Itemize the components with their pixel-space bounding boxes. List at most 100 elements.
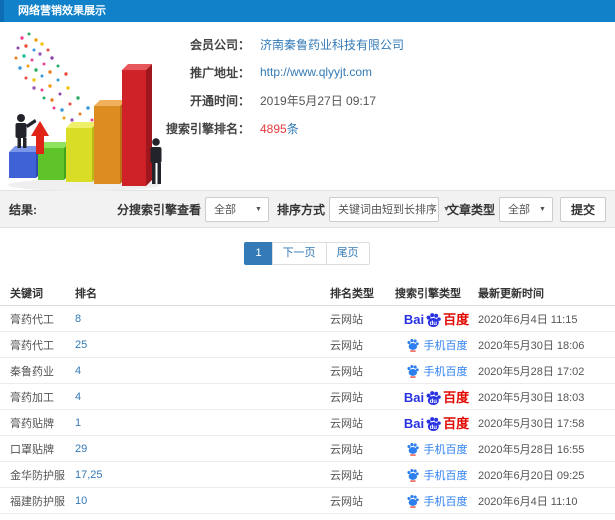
open-time-value: 2019年5月27日 09:17: [260, 93, 377, 108]
growth-chart-image: [8, 32, 162, 191]
header-rank-type: 排名类型: [330, 288, 374, 300]
account-info: 会员公司： 济南秦鲁药业科技有限公司 推广地址： http://www.qlyy…: [162, 22, 615, 190]
baidu-logo: Bai du 百度: [404, 389, 469, 405]
keyword-cell: 口罩贴牌: [10, 443, 54, 456]
rank-type-cell: 云网站: [330, 417, 363, 430]
article-type-selected: 全部: [507, 204, 530, 216]
engine-cell: Bai du 百度: [395, 311, 478, 327]
summary-section: 会员公司： 济南秦鲁药业科技有限公司 推广地址： http://www.qlyy…: [0, 22, 615, 191]
mobile-baidu-logo: 手机百度: [406, 337, 468, 353]
rank-link[interactable]: 17,25: [75, 469, 103, 481]
engine-cell: 手机百度: [395, 493, 478, 509]
header-engine-type: 搜索引擎类型: [395, 288, 461, 300]
date-cell: 2020年6月4日 11:15: [478, 313, 578, 326]
rank-link[interactable]: 29: [75, 443, 87, 455]
results-label: 结果:: [9, 202, 37, 217]
date-cell: 2020年6月4日 11:10: [478, 495, 578, 508]
header-rank: 排名: [75, 288, 97, 300]
table-header-row: 关键词 排名 排名类型 搜索引擎类型 最新更新时间: [0, 281, 615, 306]
bar-orange: [94, 100, 126, 184]
table-row: 膏药加工 4 云网站 Bai du 百度 2020年5月30日 18:03: [0, 384, 615, 410]
engine-view-selected: 全部: [213, 204, 236, 216]
table-row: 福建防护服 10 云网站 手机百度 2020年6月4日 11:10: [0, 488, 615, 514]
bar-red: [122, 64, 152, 186]
chevron-down-icon: ▼: [255, 205, 262, 213]
bar-yellow: [66, 122, 98, 182]
engine-cell: 手机百度: [395, 363, 478, 379]
date-cell: 2020年5月30日 17:58: [478, 417, 585, 430]
keyword-cell: 福建防护服: [10, 495, 65, 508]
svg-text:du: du: [430, 397, 438, 404]
results-table-body: 膏药代工 8 云网站 Bai du 百度 2020年6月4日 11:15 膏药代…: [0, 306, 615, 520]
rank-type-cell: 云网站: [330, 365, 363, 378]
table-row: 膏药贴牌 1 云网站 Bai du 百度 2020年5月30日 17:58: [0, 410, 615, 436]
keyword-cell: 金华防护服: [10, 469, 65, 482]
mobile-baidu-label: 手机百度: [423, 469, 468, 482]
mobile-baidu-paw-icon: [406, 468, 419, 482]
mobile-baidu-logo: 手机百度: [406, 363, 468, 379]
last-page-button[interactable]: 尾页: [325, 242, 370, 265]
titlebar: 网络营销效果展示: [0, 0, 615, 22]
keyword-cell: 膏药贴牌: [10, 417, 54, 430]
table-row: 秦鲁药业 4 云网站 手机百度 2020年5月28日 17:02: [0, 358, 615, 384]
baidu-logo: Bai du 百度: [404, 415, 469, 431]
promo-url-label: 推广地址：: [189, 65, 250, 80]
baidu-logo-cn-text: 百度: [443, 311, 470, 327]
baidu-logo-cn-text: 百度: [443, 389, 470, 405]
engine-cell: 手机百度: [395, 337, 478, 353]
rank-type-cell: 云网站: [330, 391, 363, 404]
header-update-time: 最新更新时间: [478, 288, 544, 300]
rank-count-value: 4895条: [260, 120, 299, 137]
mobile-baidu-label: 手机百度: [423, 339, 468, 352]
baidu-paw-icon: du: [426, 416, 441, 431]
baidu-logo-bai-text: Bai: [403, 389, 425, 405]
next-page-button[interactable]: 下一页: [271, 242, 327, 265]
chevron-down-icon: ▼: [539, 205, 546, 213]
rank-link[interactable]: 8: [75, 313, 81, 325]
promo-url-link[interactable]: http://www.qlyyjt.com: [260, 65, 372, 79]
businessman-left: [15, 114, 37, 148]
baidu-logo-cn-text: 百度: [443, 415, 470, 431]
date-cell: 2020年6月20日 09:25: [478, 469, 585, 482]
table-row: 金华防护服 17,25 云网站 手机百度 2020年6月20日 09:25: [0, 462, 615, 488]
date-cell: 2020年5月28日 16:55: [478, 443, 585, 456]
results-table: 关键词 排名 排名类型 搜索引擎类型 最新更新时间 膏药代工 8 云网站 Bai…: [0, 281, 615, 520]
member-company-value[interactable]: 济南秦鲁药业科技有限公司: [260, 36, 404, 53]
rank-link[interactable]: 4: [75, 391, 81, 403]
date-cell: 2020年5月30日 18:06: [478, 339, 585, 352]
baidu-paw-icon: du: [426, 390, 441, 405]
engine-view-select[interactable]: 全部 ▼: [204, 196, 269, 222]
rank-link[interactable]: 25: [75, 339, 87, 351]
sort-label: 排序方式: [276, 202, 325, 217]
baidu-logo: Bai du 百度: [404, 311, 469, 327]
rank-type-cell: 云网站: [330, 443, 363, 456]
article-type-label: 文章类型: [446, 202, 495, 217]
table-row: Bai du 百度: [0, 514, 615, 520]
keyword-cell: 膏药代工: [10, 313, 54, 326]
filter-bar: 结果: 分搜索引擎查看 全部 ▼ 排序方式 关键词由短到长排序 ▼ 文章类型 全…: [0, 190, 615, 228]
sort-select[interactable]: 关键词由短到长排序 ▼: [328, 196, 450, 222]
rank-count-label: 搜索引擎排名：: [165, 121, 250, 136]
date-cell: 2020年5月28日 17:02: [478, 365, 585, 378]
mobile-baidu-label: 手机百度: [423, 365, 468, 378]
rank-type-cell: 云网站: [330, 313, 363, 326]
article-type-select[interactable]: 全部 ▼: [498, 196, 553, 222]
sort-selected: 关键词由短到长排序: [337, 204, 437, 216]
info-row-open-time: 开通时间： 2019年5月27日 09:17: [162, 92, 615, 108]
rank-link[interactable]: 4: [75, 365, 81, 377]
date-cell: 2020年5月30日 18:03: [478, 391, 585, 404]
keyword-cell: 膏药加工: [10, 391, 54, 404]
bar-chart-illustration: [4, 28, 162, 191]
baidu-logo-bai-text: Bai: [403, 311, 425, 327]
page-1-button[interactable]: 1: [244, 242, 273, 265]
rank-count-number: 4895: [260, 121, 287, 136]
table-row: 膏药代工 8 云网站 Bai du 百度 2020年6月4日 11:15: [0, 306, 615, 332]
info-row-url: 推广地址： http://www.qlyyjt.com: [162, 64, 615, 80]
engine-view-label: 分搜索引擎查看: [116, 202, 201, 217]
rank-type-cell: 云网站: [330, 469, 363, 482]
rank-link[interactable]: 10: [75, 495, 87, 507]
baidu-logo-bai-text: Bai: [403, 415, 425, 431]
submit-button[interactable]: 提交: [559, 196, 606, 222]
rank-link[interactable]: 1: [75, 417, 81, 429]
mobile-baidu-paw-icon: [406, 494, 419, 508]
